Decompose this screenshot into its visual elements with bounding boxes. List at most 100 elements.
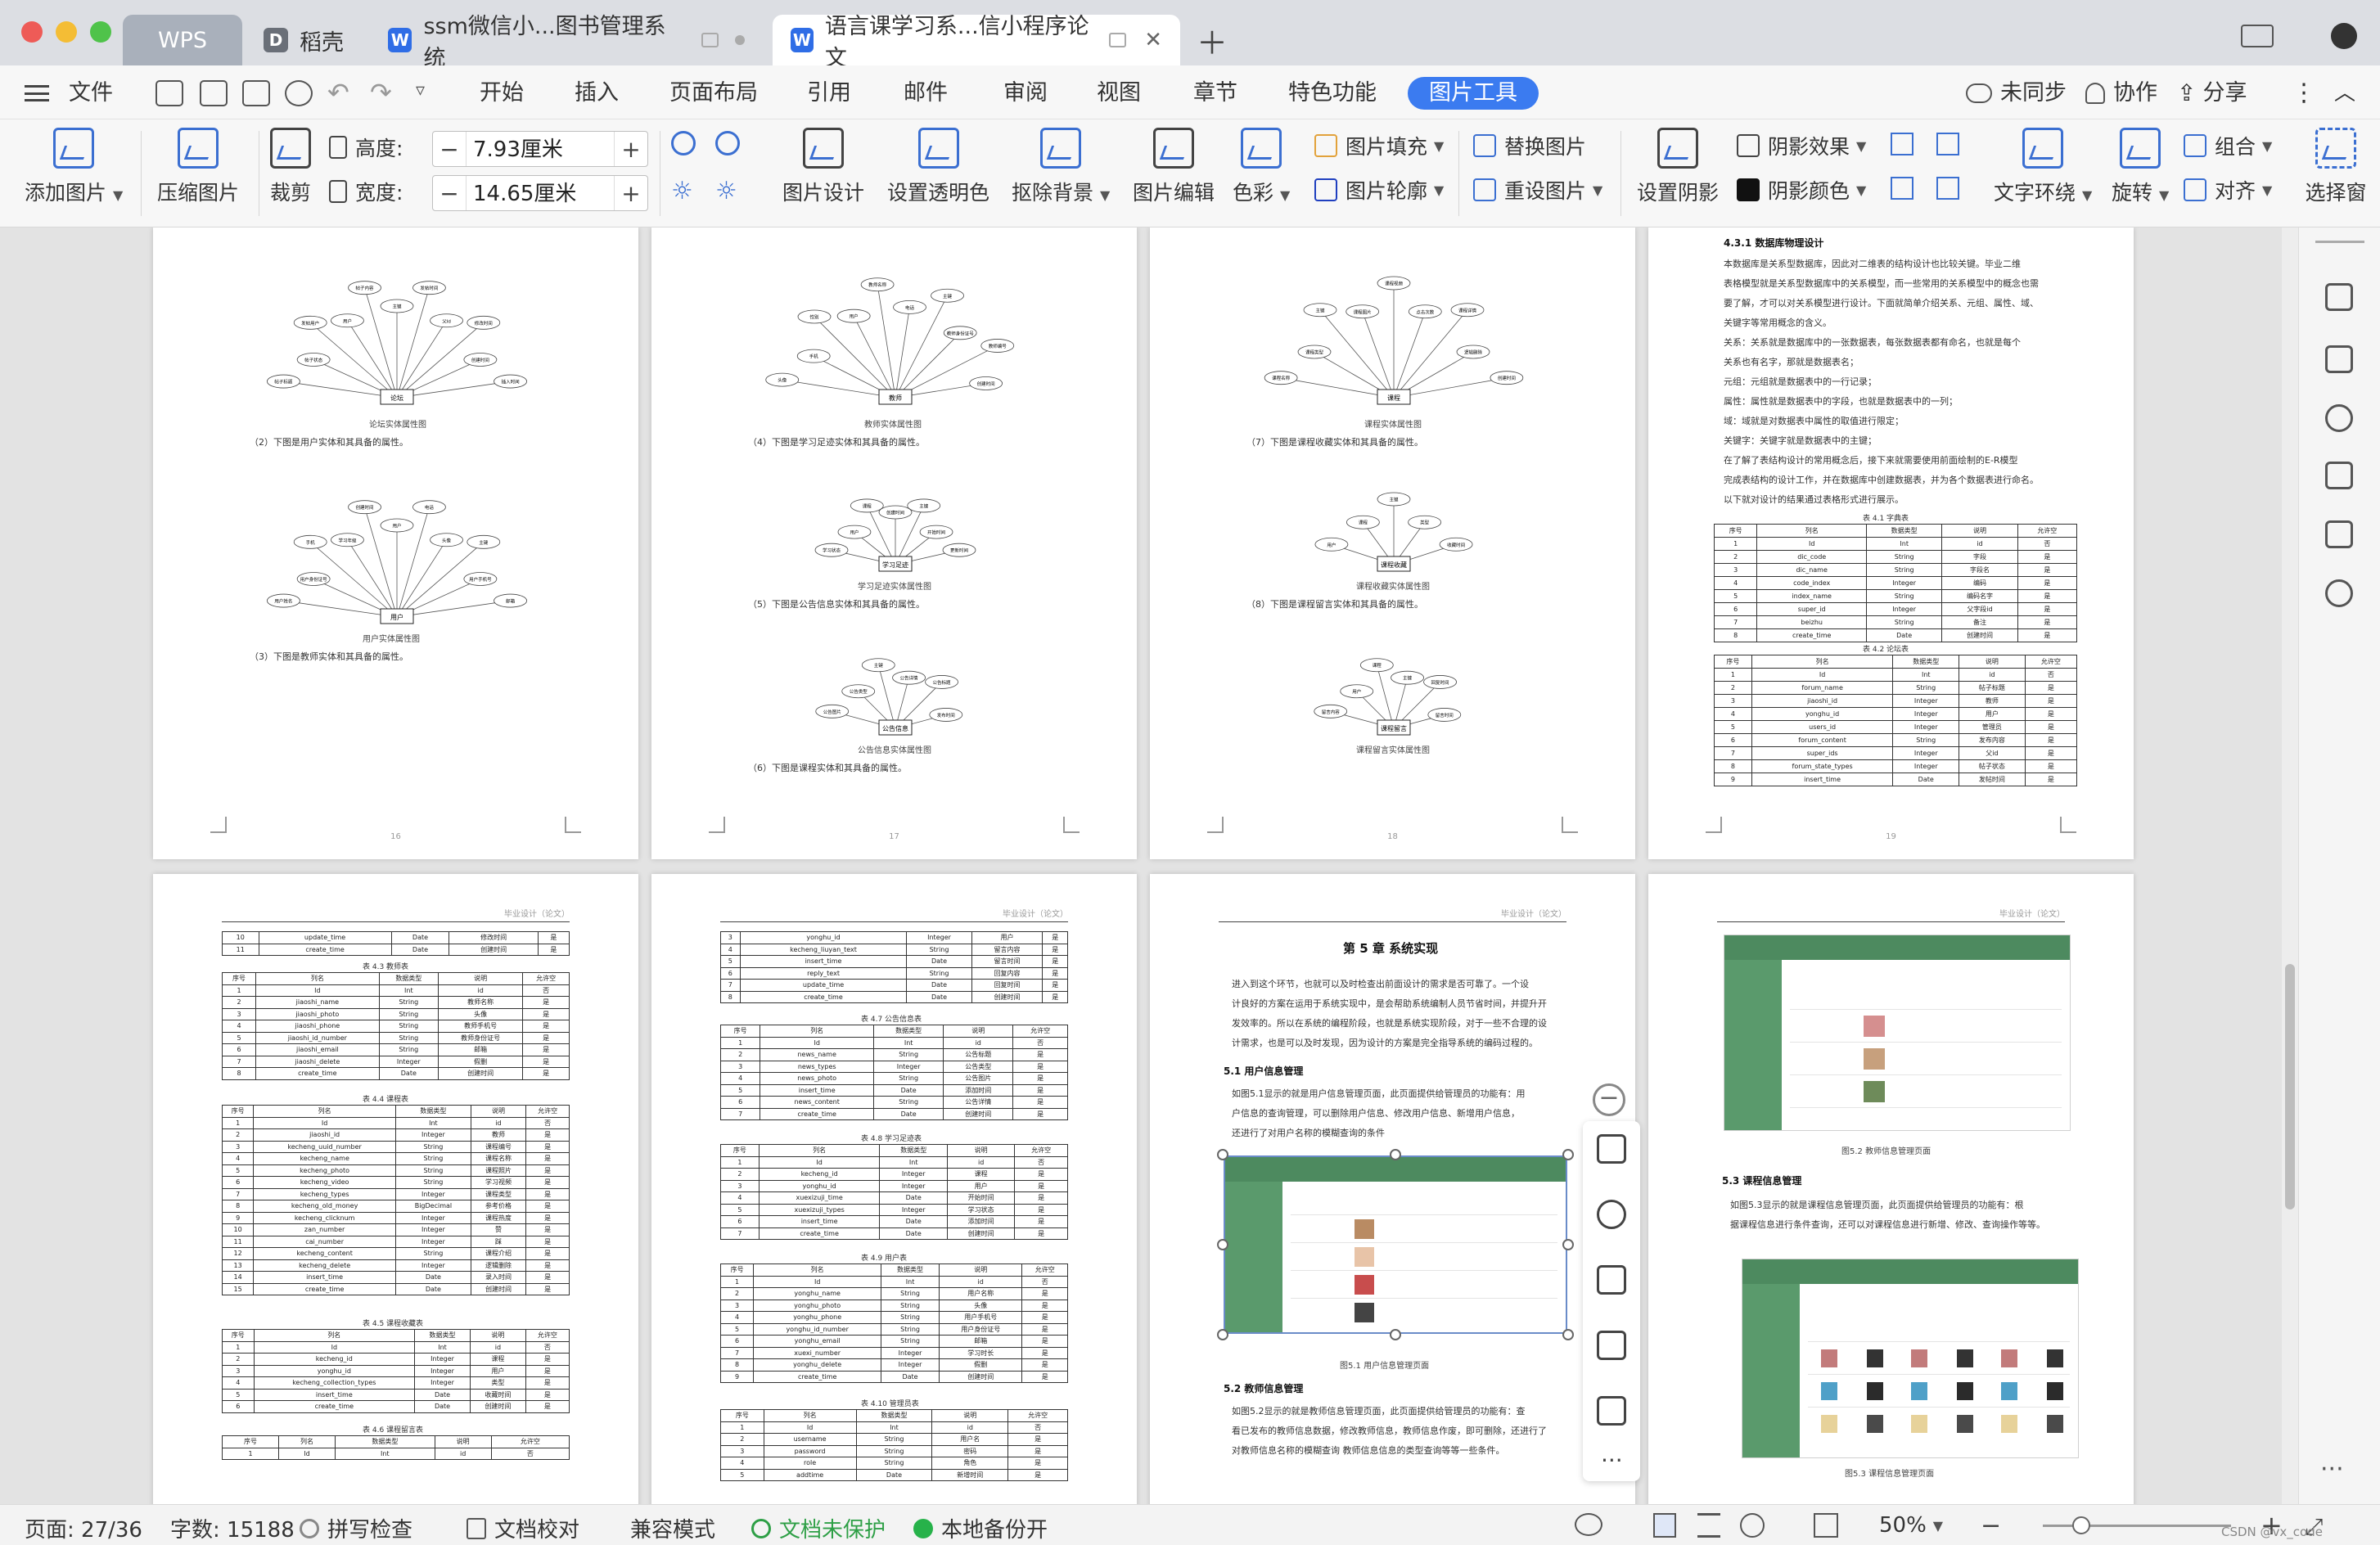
- tab-library-doc[interactable]: W ssm微信小...图书管理系统: [370, 14, 763, 71]
- width-increase-button[interactable]: +: [615, 180, 647, 207]
- compress-image-button[interactable]: 压缩图片: [157, 128, 239, 206]
- menu-references[interactable]: 引用: [807, 77, 851, 110]
- avatar[interactable]: [2331, 23, 2357, 49]
- cursor-icon[interactable]: [2325, 345, 2353, 373]
- resize-handle[interactable]: [1217, 1329, 1228, 1340]
- more-options-icon[interactable]: ···: [1601, 1447, 1623, 1474]
- set-shadow-button[interactable]: 设置阴影: [1637, 128, 1719, 206]
- text-wrap-button[interactable]: 文字环绕 ▼: [1994, 128, 2092, 206]
- brightness-down-icon[interactable]: ☼: [715, 177, 737, 205]
- resize-handle[interactable]: [1217, 1149, 1228, 1160]
- rotate-left-icon[interactable]: [671, 131, 696, 155]
- print-icon[interactable]: [242, 80, 270, 106]
- height-input[interactable]: 7.93厘米: [466, 132, 615, 166]
- image-design-button[interactable]: 图片设计: [782, 128, 864, 206]
- close-window-button[interactable]: [21, 21, 43, 43]
- new-tab-icon[interactable]: ＋: [1197, 18, 1228, 63]
- width-stepper[interactable]: − 14.65厘米 +: [432, 175, 648, 211]
- share-button[interactable]: ⇪ 分享: [2177, 77, 2247, 110]
- menu-insert[interactable]: 插入: [575, 77, 619, 110]
- layout-options-icon[interactable]: [1597, 1134, 1626, 1164]
- local-backup-button[interactable]: 本地备份开: [913, 1513, 1048, 1543]
- filter-icon[interactable]: [2325, 404, 2353, 432]
- image-outline-button[interactable]: 图片轮廓 ▼: [1314, 175, 1444, 205]
- customize-toolbar-icon[interactable]: ▿: [416, 80, 425, 101]
- page-view-icon[interactable]: [1653, 1513, 1676, 1538]
- close-tab-icon[interactable]: ✕: [1144, 28, 1162, 52]
- add-image-button[interactable]: 添加图片 ▼: [25, 128, 123, 206]
- bring-forward-icon[interactable]: [1891, 133, 1913, 155]
- tab-preview-icon[interactable]: [701, 33, 719, 47]
- menu-picture-tools[interactable]: 图片工具: [1408, 77, 1539, 110]
- color-button[interactable]: 色彩 ▼: [1233, 128, 1290, 206]
- hamburger-icon[interactable]: [25, 85, 49, 101]
- edit-image-icon[interactable]: [1597, 1331, 1626, 1360]
- image-edit-button[interactable]: 图片编辑: [1133, 128, 1215, 206]
- cutout-background-button[interactable]: 抠除背景 ▼: [1012, 128, 1110, 206]
- word-count[interactable]: 字数: 15188: [170, 1513, 295, 1543]
- set-transparent-button[interactable]: 设置透明色: [887, 128, 989, 206]
- spell-check-button[interactable]: 拼写检查: [300, 1513, 412, 1543]
- reset-image-button[interactable]: 重设图片 ▼: [1473, 175, 1602, 205]
- tab-thesis-doc[interactable]: W 语言课学习系...信小程序论文 ✕: [773, 14, 1180, 71]
- rotate-button[interactable]: 旋转 ▼: [2112, 128, 2169, 206]
- resize-handle[interactable]: [1390, 1149, 1401, 1160]
- resize-handle[interactable]: [1390, 1329, 1401, 1340]
- translate-icon[interactable]: [2325, 520, 2353, 548]
- selection-pane-button[interactable]: 选择窗: [2295, 128, 2377, 206]
- collaborate-button[interactable]: 协作: [2085, 77, 2157, 110]
- redo-icon[interactable]: ↷: [370, 77, 392, 108]
- zoom-image-icon[interactable]: [1597, 1200, 1626, 1229]
- height-increase-button[interactable]: +: [615, 136, 647, 163]
- height-stepper[interactable]: − 7.93厘米 +: [432, 131, 648, 167]
- group-button[interactable]: 组合 ▼: [2184, 131, 2272, 160]
- undo-icon[interactable]: ↶: [327, 77, 349, 108]
- image-fill-button[interactable]: 图片填充 ▼: [1314, 131, 1444, 160]
- width-input[interactable]: 14.65厘米: [466, 176, 615, 210]
- menu-chapter[interactable]: 章节: [1193, 77, 1237, 110]
- menu-page-layout[interactable]: 页面布局: [669, 77, 758, 110]
- menu-view[interactable]: 视图: [1097, 77, 1141, 110]
- history-icon[interactable]: [2325, 579, 2353, 607]
- crop-button[interactable]: 裁剪: [270, 128, 311, 206]
- brightness-up-icon[interactable]: ☼: [671, 177, 693, 205]
- scroll-thumb[interactable]: [2285, 964, 2295, 1209]
- send-backward-icon[interactable]: [1936, 133, 1959, 155]
- menu-file[interactable]: 文件: [69, 77, 113, 110]
- resize-handle[interactable]: [1562, 1149, 1574, 1160]
- vertical-scrollbar[interactable]: [2282, 227, 2298, 1504]
- crop-image-icon[interactable]: [1597, 1265, 1626, 1295]
- image-convert-icon[interactable]: [1597, 1396, 1626, 1426]
- move-up-icon[interactable]: [1891, 177, 1913, 200]
- proofread-button[interactable]: 文档校对: [467, 1513, 579, 1543]
- shadow-effect-button[interactable]: 阴影效果 ▼: [1737, 131, 1866, 160]
- menu-mail[interactable]: 邮件: [904, 77, 948, 110]
- pen-icon[interactable]: [2325, 283, 2353, 311]
- outline-view-icon[interactable]: [1697, 1513, 1720, 1538]
- collapse-ribbon-icon[interactable]: ︿: [2334, 77, 2355, 110]
- zoom-window-button[interactable]: [90, 21, 111, 43]
- save-icon[interactable]: [156, 80, 183, 106]
- more-tools-icon[interactable]: ···: [2320, 1455, 2344, 1484]
- zoom-slider-handle[interactable]: [2072, 1516, 2090, 1534]
- move-down-icon[interactable]: [1936, 177, 1959, 200]
- resize-handle[interactable]: [1562, 1329, 1574, 1340]
- menu-start[interactable]: 开始: [480, 77, 524, 110]
- replace-image-button[interactable]: 替换图片: [1473, 131, 1586, 160]
- window-layout-icon[interactable]: [2241, 25, 2274, 47]
- image-portrait-icon[interactable]: [2325, 462, 2353, 489]
- tab-wps[interactable]: WPS: [123, 15, 242, 65]
- fit-page-icon[interactable]: [1814, 1513, 1838, 1538]
- menu-special-features[interactable]: 特色功能: [1288, 77, 1377, 110]
- width-decrease-button[interactable]: −: [433, 180, 466, 207]
- print-preview-icon[interactable]: [285, 80, 313, 106]
- document-unprotected-button[interactable]: 文档未保护: [751, 1513, 886, 1543]
- page-indicator[interactable]: 页面: 27/36: [25, 1513, 142, 1543]
- resize-handle[interactable]: [1217, 1239, 1228, 1250]
- shadow-color-button[interactable]: 阴影颜色 ▼: [1737, 175, 1866, 205]
- zoom-level-dropdown[interactable]: 50% ▼: [1879, 1513, 1943, 1538]
- align-button[interactable]: 对齐 ▼: [2184, 175, 2272, 205]
- document-canvas[interactable]: 帖子标题 帖子状态 发帖用户 用户 帖子内容 主键 发帖时间 父Id 修改时间 创建时间 插入时间论…: [0, 227, 2380, 1504]
- menu-review[interactable]: 审阅: [1003, 77, 1048, 110]
- height-decrease-button[interactable]: −: [433, 136, 466, 163]
